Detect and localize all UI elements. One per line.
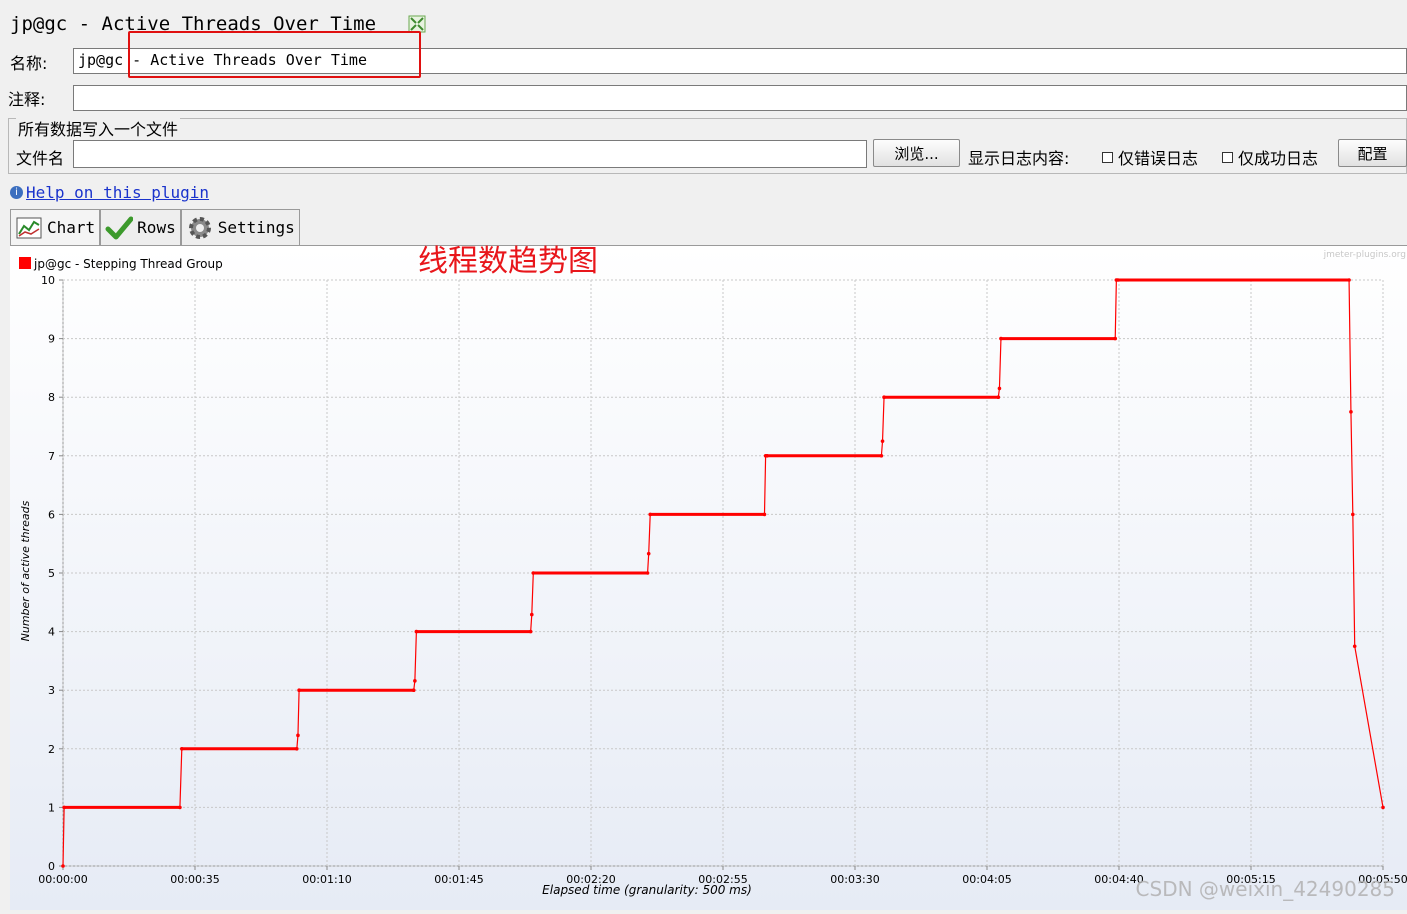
data-point bbox=[1352, 644, 1357, 649]
y-tick-label: 0 bbox=[48, 860, 55, 873]
legend-swatch bbox=[19, 257, 31, 269]
chart-annotation: 线程数趋势图 bbox=[418, 244, 598, 279]
errors-only-checkbox[interactable]: 仅错误日志 bbox=[1102, 145, 1198, 169]
data-point bbox=[413, 679, 417, 683]
highlight-box bbox=[128, 31, 421, 78]
info-icon: i bbox=[10, 186, 23, 199]
data-point bbox=[762, 512, 767, 517]
x-axis-label: Elapsed time (granularity: 500 ms) bbox=[542, 883, 752, 897]
data-point bbox=[61, 864, 65, 868]
data-point bbox=[648, 512, 653, 517]
data-point bbox=[997, 386, 1002, 391]
success-only-checkbox-box[interactable] bbox=[1222, 151, 1233, 163]
configure-button[interactable]: 配置 bbox=[1338, 139, 1407, 167]
tab-rows[interactable]: Rows bbox=[100, 209, 181, 245]
tab-chart-label: Chart bbox=[47, 218, 96, 237]
y-axis-label: Number of active threads bbox=[19, 500, 32, 641]
y-tick-label: 4 bbox=[48, 626, 55, 639]
x-tick-label: 00:03:30 bbox=[830, 873, 879, 886]
data-point bbox=[882, 395, 886, 399]
y-tick-label: 5 bbox=[48, 567, 55, 580]
tab-settings[interactable]: Settings bbox=[180, 209, 300, 245]
plugin-watermark: jmeter-plugins.org bbox=[1323, 250, 1406, 260]
data-point bbox=[531, 571, 536, 575]
success-only-label: 仅成功日志 bbox=[1238, 149, 1319, 168]
success-only-checkbox[interactable]: 仅成功日志 bbox=[1222, 145, 1318, 169]
y-tick-label: 2 bbox=[48, 743, 55, 756]
comment-label: 注释: bbox=[8, 90, 46, 109]
data-point bbox=[297, 688, 301, 692]
errors-only-label: 仅错误日志 bbox=[1118, 149, 1199, 168]
data-point bbox=[1116, 278, 1120, 282]
threads-chart: 0 1 2 3 4 5 6 7 8 9 10 00:00:00 00:00:35 00:01:10 00:… bbox=[10, 246, 1407, 910]
y-tick-label: 9 bbox=[48, 333, 55, 346]
data-point bbox=[529, 612, 534, 617]
tab-chart[interactable]: Chart bbox=[10, 209, 101, 245]
checkmark-icon bbox=[105, 216, 134, 239]
chart-background bbox=[10, 246, 1407, 910]
y-tick-label: 10 bbox=[41, 274, 55, 287]
data-point bbox=[528, 629, 533, 634]
y-tick-label: 8 bbox=[48, 391, 55, 404]
gear-icon bbox=[188, 216, 211, 239]
x-tick-label: 00:04:05 bbox=[962, 873, 1011, 886]
filename-label: 文件名 bbox=[16, 149, 65, 168]
x-tick-label: 00:01:10 bbox=[302, 873, 351, 886]
chart-panel: 0 1 2 3 4 5 6 7 8 9 10 00:00:00 00:00:35 00:01:10 00:… bbox=[10, 245, 1407, 910]
data-point bbox=[880, 439, 885, 443]
y-tick-label: 3 bbox=[48, 684, 55, 697]
comment-input[interactable] bbox=[73, 85, 1407, 111]
x-tick-label: 00:00:00 bbox=[38, 873, 87, 886]
data-point bbox=[295, 747, 299, 751]
filename-input[interactable] bbox=[73, 140, 867, 168]
data-point bbox=[645, 571, 650, 575]
data-point bbox=[411, 688, 416, 692]
csdn-watermark: CSDN @weixin_42490285 bbox=[1136, 877, 1395, 901]
log-display-label: 显示日志内容: bbox=[968, 149, 1070, 168]
data-point bbox=[1351, 512, 1355, 517]
data-point bbox=[765, 454, 769, 458]
y-tick-label: 6 bbox=[48, 508, 55, 521]
data-point bbox=[646, 551, 651, 556]
tab-bar: Chart Rows Settings bbox=[10, 209, 300, 245]
data-point bbox=[1113, 336, 1118, 341]
browse-button[interactable]: 浏览... bbox=[873, 139, 960, 167]
errors-only-checkbox-box[interactable] bbox=[1102, 151, 1113, 163]
tab-settings-label: Settings bbox=[217, 218, 295, 237]
help-link-row[interactable]: i Help on this plugin bbox=[10, 183, 209, 202]
chart-icon bbox=[16, 217, 42, 238]
data-point bbox=[1349, 410, 1353, 414]
legend-label: jp@gc - Stepping Thread Group bbox=[33, 257, 223, 271]
x-tick-label: 00:01:45 bbox=[434, 873, 483, 886]
data-point bbox=[296, 733, 300, 738]
data-point bbox=[1347, 278, 1351, 282]
x-tick-label: 00:00:35 bbox=[170, 873, 219, 886]
help-link[interactable]: Help on this plugin bbox=[26, 183, 209, 202]
y-tick-label: 1 bbox=[48, 801, 55, 814]
y-tick-label: 7 bbox=[48, 450, 55, 463]
data-point bbox=[996, 395, 1001, 399]
data-point bbox=[414, 629, 419, 634]
data-point bbox=[1381, 805, 1385, 810]
data-point bbox=[999, 336, 1003, 341]
data-point bbox=[62, 805, 66, 810]
tab-rows-label: Rows bbox=[137, 218, 176, 237]
data-point bbox=[178, 805, 182, 810]
data-point bbox=[879, 454, 884, 458]
data-point bbox=[180, 747, 184, 751]
name-label: 名称: bbox=[10, 54, 48, 73]
file-section-legend: 所有数据写入一个文件 bbox=[16, 116, 181, 140]
